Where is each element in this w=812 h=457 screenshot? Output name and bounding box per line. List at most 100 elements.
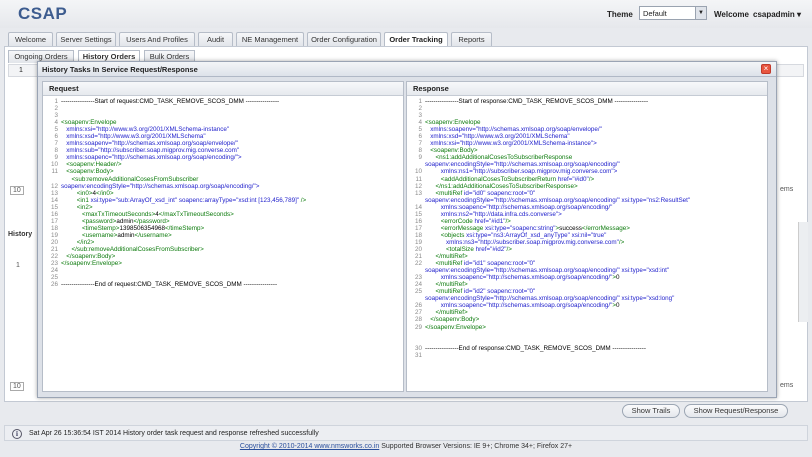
- line-number: 9: [54, 154, 58, 162]
- code-line: 7 xmlns:xsi="http://www.w3.org/2001/XMLS…: [407, 140, 767, 147]
- line-number: 3: [54, 112, 58, 120]
- code-line: soapenv:encodingStyle="http://schemas.xm…: [407, 295, 767, 302]
- line-number: 12: [414, 182, 422, 190]
- line-text: [61, 267, 403, 274]
- copyright-link[interactable]: Copyright © 2010-2014 www.nmsworks.co.in: [240, 443, 379, 450]
- row-number: 1: [16, 262, 20, 269]
- page-size-select[interactable]: 10: [10, 186, 24, 195]
- chevron-down-icon[interactable]: ▼: [695, 7, 706, 19]
- line-number: 15: [50, 203, 58, 211]
- items-label: ems: [780, 186, 794, 193]
- code-line: [407, 338, 767, 345]
- status-message: Sat Apr 26 15:36:54 IST 2014 History ord…: [29, 430, 319, 437]
- line-text: <in1 xsi:type="sub:ArrayOf_xsd_int" soap…: [76, 196, 307, 204]
- code-line: 21 </multiRef>: [407, 253, 767, 260]
- code-line: 12 soapenv:encodingStyle="http://schemas.…: [43, 183, 403, 190]
- page-scrollbar[interactable]: [798, 222, 808, 322]
- line-text: xmlns:sub="http://subscriber.soap.migpro…: [66, 147, 240, 155]
- line-number: 1: [54, 98, 58, 105]
- line-number: 23: [50, 260, 58, 268]
- code-line: 26 ----------------End of request:CMD_TAS…: [43, 281, 403, 288]
- line-text: </sub:removeAdditionalCosesFromSubscribe…: [71, 245, 204, 253]
- line-number: 17: [50, 217, 58, 225]
- response-code[interactable]: 1 ----------------Start of response:CMD_T…: [407, 98, 767, 391]
- line-number: 19: [414, 238, 422, 246]
- tab-reports[interactable]: Reports: [451, 32, 492, 46]
- line-number: 16: [414, 217, 422, 225]
- tab-order-configuration[interactable]: Order Configuration: [307, 32, 381, 46]
- user-menu[interactable]: csapadmin ▾: [753, 10, 801, 19]
- line-text: [61, 105, 403, 112]
- line-number: 12: [50, 182, 58, 190]
- info-icon: i: [12, 429, 22, 439]
- line-text: </multiRef>: [435, 281, 468, 289]
- line-number: 6: [418, 133, 422, 141]
- line-number: 24: [414, 281, 422, 289]
- code-line: soapenv:encodingStyle="http://schemas.xm…: [407, 161, 767, 168]
- close-icon[interactable]: ×: [761, 64, 771, 74]
- code-line: 17 <password>admin</password>: [43, 218, 403, 225]
- line-number: 25: [50, 274, 58, 282]
- response-header: Response: [407, 82, 767, 96]
- theme-label: Theme: [607, 10, 633, 19]
- tab-ne-management[interactable]: NE Management: [236, 32, 304, 46]
- line-number: 17: [414, 224, 422, 232]
- page-size-select[interactable]: 10: [10, 382, 24, 391]
- line-number: 4: [418, 119, 422, 127]
- tab-audit[interactable]: Audit: [198, 32, 233, 46]
- line-number: 7: [418, 140, 422, 148]
- line-number: 26: [414, 302, 422, 310]
- show-request-response-button[interactable]: Show Request/Response: [684, 404, 788, 418]
- line-text: <soapenv:Envelope: [61, 119, 117, 127]
- code-line: 15 xmlns:ns2="http://data.infra.cds.conv…: [407, 211, 767, 218]
- line-number: 31: [414, 351, 422, 359]
- tab-welcome[interactable]: Welcome: [8, 32, 53, 46]
- line-number: 8: [54, 147, 58, 155]
- code-line: 30 ----------------End of response:CMD_TA…: [407, 345, 767, 352]
- line-number: 8: [418, 147, 422, 155]
- code-line: 24 </multiRef>: [407, 281, 767, 288]
- line-text: xmlns:ns1="http://subscriber.soap.migpro…: [440, 168, 618, 176]
- line-number: 6: [54, 133, 58, 141]
- dialog-title: History Tasks In Service Request/Respons…: [38, 62, 776, 77]
- tab-server-settings[interactable]: Server Settings: [56, 32, 116, 46]
- code-line: 31: [407, 352, 767, 359]
- code-line: 7 xmlns:soapenv="http://schemas.xmlsoap.…: [43, 140, 403, 147]
- line-number: 10: [414, 168, 422, 176]
- code-line: 11 <addAdditionalCosesToSubscriberReturn…: [407, 176, 767, 183]
- line-text: </soapenv:Body>: [66, 253, 116, 261]
- line-text: xmlns:soapenc="http://schemas.xmlsoap.or…: [66, 154, 242, 162]
- code-line: 27 </multiRef>: [407, 309, 767, 316]
- line-text: <multiRef id="id2" soapenc:root="0": [435, 288, 536, 296]
- code-line: 6 xmlns:xsd="http://www.w3.org/2001/XMLS…: [43, 133, 403, 140]
- code-line: 9 <ns1:addAdditionalCosesToSubscriberRes…: [407, 154, 767, 161]
- line-text: soapenv:encodingStyle="http://schemas.xm…: [425, 161, 620, 169]
- code-line: 22 <multiRef id="id1" soapenc:root="0": [407, 260, 767, 267]
- code-line: 1 ----------------Start of request:CMD_TA…: [43, 98, 403, 105]
- theme-select[interactable]: Default ▼: [639, 6, 707, 20]
- code-line: soapenv:encodingStyle="http://schemas.xm…: [407, 267, 767, 274]
- code-line: <sub:removeAdditionalCosesFromSubscriber: [43, 176, 403, 183]
- line-text: <addAdditionalCosesToSubscriberReturn hr…: [440, 175, 595, 183]
- code-line: 2: [43, 105, 403, 112]
- request-header: Request: [43, 82, 403, 96]
- line-number: 21: [414, 253, 422, 261]
- tab-users-and-profiles[interactable]: Users And Profiles: [119, 32, 195, 46]
- code-line: 3: [43, 112, 403, 119]
- line-number: 2: [54, 105, 58, 113]
- code-line: 8 <soapenv:Body>: [407, 147, 767, 154]
- tab-order-tracking[interactable]: Order Tracking: [384, 32, 448, 46]
- code-line: 16 <errorCode href="#id1"/>: [407, 218, 767, 225]
- request-code[interactable]: 1 ----------------Start of request:CMD_TA…: [43, 98, 403, 391]
- code-line: 4 <soapenv:Envelope: [407, 119, 767, 126]
- line-text: <soapenv:Body>: [430, 147, 478, 155]
- line-number: 29: [414, 323, 422, 331]
- row-number: 1: [19, 67, 23, 74]
- code-line: 19 xmlns:ns3="http://subscriber.soap.mig…: [407, 239, 767, 246]
- history-tasks-dialog: History Tasks In Service Request/Respons…: [37, 61, 777, 398]
- show-trails-button[interactable]: Show Trails: [622, 404, 680, 418]
- line-number: 4: [54, 119, 58, 127]
- line-number: 23: [414, 274, 422, 282]
- code-line: 18 <objects xsi:type="ns3:ArrayOf_xsd_an…: [407, 232, 767, 239]
- line-text: soapenv:encodingStyle="http://schemas.xm…: [61, 182, 260, 190]
